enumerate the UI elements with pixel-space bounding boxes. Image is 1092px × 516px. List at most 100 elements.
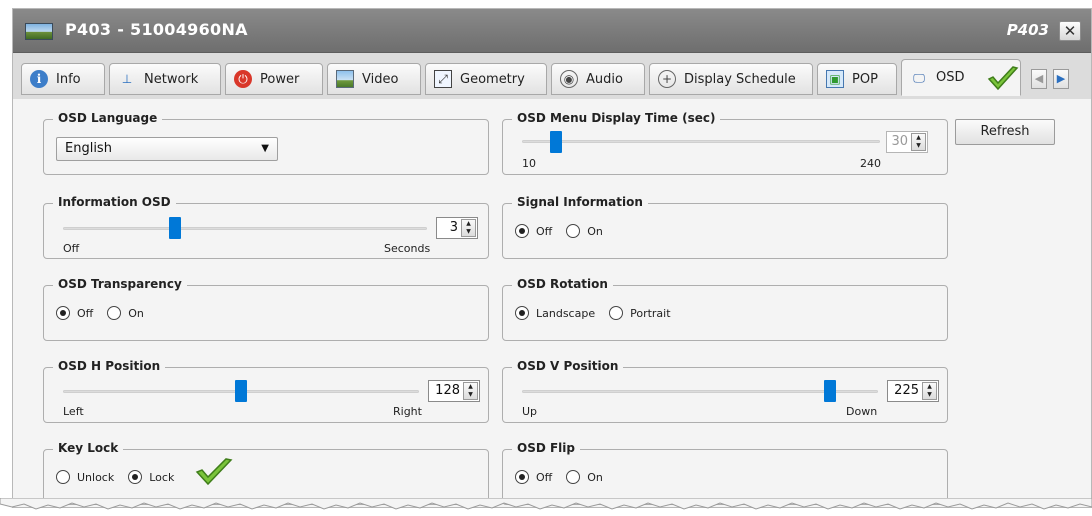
tab-label: Video	[362, 71, 399, 87]
v-position-value: 225	[894, 383, 919, 398]
v-position-slider-thumb[interactable]	[824, 380, 836, 402]
information-osd-value: 3	[449, 220, 458, 235]
menu-display-time-spinner[interactable]: 30 ▲ ▼	[886, 131, 928, 153]
v-position-min-label: Up	[522, 405, 538, 418]
radio-label: Portrait	[630, 306, 671, 320]
radio-label: Landscape	[536, 306, 596, 320]
spinner-updown-icon[interactable]: ▲ ▼	[911, 133, 926, 151]
key-lock-radio-group: Unlock Lock	[56, 470, 188, 484]
osd-language-value: English	[65, 141, 112, 156]
tab-network[interactable]: ⊥ Network	[109, 63, 221, 95]
key-lock-title: Key Lock	[53, 441, 124, 455]
menu-display-time-value: 30	[891, 134, 908, 149]
osd-language-group: OSD Language English ▼	[43, 111, 489, 175]
tab-scroll-left-button[interactable]: ◀	[1031, 69, 1047, 89]
osd-rotation-landscape-radio[interactable]	[515, 306, 529, 320]
signal-information-off-radio[interactable]	[515, 224, 529, 238]
osd-v-position-title: OSD V Position	[512, 359, 624, 373]
signal-information-radio-group: Off On	[515, 224, 617, 238]
spinner-updown-icon[interactable]: ▲ ▼	[461, 219, 476, 237]
v-position-spinner[interactable]: 225 ▲ ▼	[887, 380, 939, 402]
radio-label: Lock	[149, 470, 175, 484]
information-osd-group: Information OSD Off Seconds 3 ▲ ▼	[43, 195, 489, 259]
signal-information-title: Signal Information	[512, 195, 648, 209]
tab-label: Network	[144, 71, 199, 87]
model-label: P403	[1006, 21, 1049, 39]
geometry-icon: ⤢	[434, 70, 452, 88]
h-position-slider-thumb[interactable]	[235, 380, 247, 402]
key-lock-lock-radio[interactable]	[128, 470, 143, 484]
tab-display-schedule[interactable]: + Display Schedule	[649, 63, 813, 95]
osd-v-position-group: OSD V Position Up Down 225 ▲ ▼	[502, 359, 948, 423]
info-icon: i	[30, 70, 48, 88]
osd-flip-radio-group: Off On	[515, 470, 617, 484]
h-position-spinner[interactable]: 128 ▲ ▼	[428, 380, 480, 402]
dropdown-arrow-icon: ▼	[261, 143, 269, 154]
spinner-updown-icon[interactable]: ▲ ▼	[463, 382, 478, 400]
information-osd-slider-track	[63, 227, 427, 230]
tab-bar: i Info ⊥ Network ⏻ Power Video ⤢ Geometr…	[13, 53, 1091, 99]
torn-edge	[0, 498, 1092, 510]
tab-label: Info	[56, 71, 81, 87]
title-bar: P403 - 51004960NA P403 ✕	[13, 9, 1091, 53]
tab-video[interactable]: Video	[327, 63, 421, 95]
osd-rotation-radio-group: Landscape Portrait	[515, 306, 685, 320]
osd-h-position-group: OSD H Position Left Right 128 ▲ ▼	[43, 359, 489, 423]
radio-label: Unlock	[77, 470, 115, 484]
osd-language-select[interactable]: English ▼	[56, 137, 278, 161]
close-button[interactable]: ✕	[1059, 21, 1081, 41]
osd-language-title: OSD Language	[53, 111, 163, 125]
tab-info[interactable]: i Info	[21, 63, 105, 95]
menu-display-time-slider-thumb[interactable]	[550, 131, 562, 153]
tab-power[interactable]: ⏻ Power	[225, 63, 323, 95]
pop-icon: ▣	[826, 70, 844, 88]
window-title: P403 - 51004960NA	[65, 20, 248, 39]
osd-icon: 🖵	[913, 70, 925, 85]
power-icon: ⏻	[234, 70, 252, 88]
osd-flip-on-radio[interactable]	[566, 470, 581, 484]
checkmark-icon	[987, 66, 1019, 91]
osd-transparency-group: OSD Transparency Off On	[43, 277, 489, 341]
information-osd-min-label: Off	[63, 242, 80, 255]
tab-label: Display Schedule	[684, 71, 796, 87]
tab-pop[interactable]: ▣ POP	[817, 63, 897, 95]
tab-audio[interactable]: ◉ Audio	[551, 63, 645, 95]
menu-display-time-max-label: 240	[860, 157, 881, 170]
v-position-max-label: Down	[846, 405, 878, 418]
display-schedule-icon: +	[658, 70, 676, 88]
radio-label: Off	[77, 306, 94, 320]
tab-label: OSD	[936, 70, 965, 85]
information-osd-slider-thumb[interactable]	[169, 217, 181, 239]
osd-flip-off-radio[interactable]	[515, 470, 529, 484]
h-position-value: 128	[435, 383, 460, 398]
radio-label: Off	[536, 224, 553, 238]
signal-information-on-radio[interactable]	[566, 224, 581, 238]
osd-menu-display-time-title: OSD Menu Display Time (sec)	[512, 111, 721, 125]
osd-transparency-off-radio[interactable]	[56, 306, 70, 320]
osd-transparency-title: OSD Transparency	[53, 277, 187, 291]
spinner-updown-icon[interactable]: ▲ ▼	[922, 382, 937, 400]
osd-transparency-on-radio[interactable]	[107, 306, 122, 320]
osd-rotation-portrait-radio[interactable]	[609, 306, 624, 320]
audio-icon: ◉	[560, 70, 578, 88]
video-icon	[336, 70, 354, 88]
osd-panel: OSD Language English ▼ OSD Menu Display …	[13, 99, 1091, 507]
osd-h-position-title: OSD H Position	[53, 359, 166, 373]
tab-scroll-right-button[interactable]: ▶	[1053, 69, 1069, 89]
radio-label: On	[587, 470, 603, 484]
osd-rotation-title: OSD Rotation	[512, 277, 613, 291]
osd-transparency-radio-group: Off On	[56, 306, 158, 320]
tab-geometry[interactable]: ⤢ Geometry	[425, 63, 547, 95]
osd-flip-title: OSD Flip	[512, 441, 580, 455]
tab-label: Power	[260, 71, 300, 87]
tab-label: Audio	[586, 71, 623, 87]
checkmark-icon	[195, 458, 233, 486]
refresh-button[interactable]: Refresh	[955, 119, 1055, 145]
tab-label: Geometry	[460, 71, 525, 87]
information-osd-spinner[interactable]: 3 ▲ ▼	[436, 217, 478, 239]
settings-window: P403 - 51004960NA P403 ✕ i Info ⊥ Networ…	[12, 8, 1092, 508]
key-lock-unlock-radio[interactable]	[56, 470, 70, 484]
signal-information-group: Signal Information Off On	[502, 195, 948, 259]
menu-display-time-min-label: 10	[522, 157, 536, 170]
h-position-min-label: Left	[63, 405, 84, 418]
